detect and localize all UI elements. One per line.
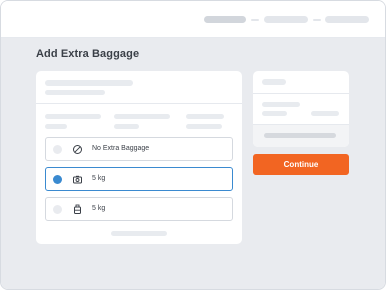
continue-button[interactable]: Continue [253, 154, 349, 175]
app-window: Add Extra Baggage No Extra Baggage 5 kg … [0, 0, 386, 290]
option-label: 5 kg [92, 175, 106, 182]
nav-separator [313, 19, 321, 21]
baggage-option-none[interactable]: No Extra Baggage [45, 137, 233, 161]
nav-placeholder-2[interactable] [264, 16, 308, 23]
card-header-placeholder [45, 80, 133, 86]
summary-divider [253, 93, 349, 94]
column-placeholder [114, 124, 139, 129]
summary-line-placeholder [262, 102, 300, 107]
summary-value-placeholder [311, 111, 339, 116]
baggage-option-5kg-bag[interactable]: 5 kg [45, 167, 233, 191]
option-label: No Extra Baggage [92, 145, 150, 152]
summary-footer [253, 124, 349, 147]
option-label: 5 kg [92, 205, 106, 212]
baggage-option-5kg-suitcase[interactable]: 5 kg [45, 197, 233, 221]
card-footer-placeholder [111, 231, 167, 236]
column-placeholder [114, 114, 170, 119]
column-placeholder [186, 124, 222, 129]
summary-line-placeholder [262, 111, 287, 116]
baggage-options-card: No Extra Baggage 5 kg 5 kg [36, 71, 242, 244]
card-divider [36, 103, 242, 104]
summary-total-placeholder [264, 133, 336, 138]
radio-button[interactable] [53, 205, 62, 214]
page-title: Add Extra Baggage [36, 48, 140, 60]
nav-separator [251, 19, 259, 21]
column-placeholder [45, 114, 101, 119]
nav-placeholder-1[interactable] [204, 16, 246, 23]
no-baggage-icon [73, 145, 82, 154]
summary-card [253, 71, 349, 147]
summary-title-placeholder [262, 79, 286, 85]
nav-placeholder-3[interactable] [325, 16, 369, 23]
camera-bag-icon [73, 175, 82, 184]
radio-button[interactable] [53, 145, 62, 154]
column-placeholder [186, 114, 224, 119]
column-placeholder [45, 124, 67, 129]
radio-button-selected[interactable] [53, 175, 62, 184]
card-subheader-placeholder [45, 90, 105, 95]
top-navigation-bar [1, 1, 385, 38]
suitcase-icon [74, 204, 81, 214]
